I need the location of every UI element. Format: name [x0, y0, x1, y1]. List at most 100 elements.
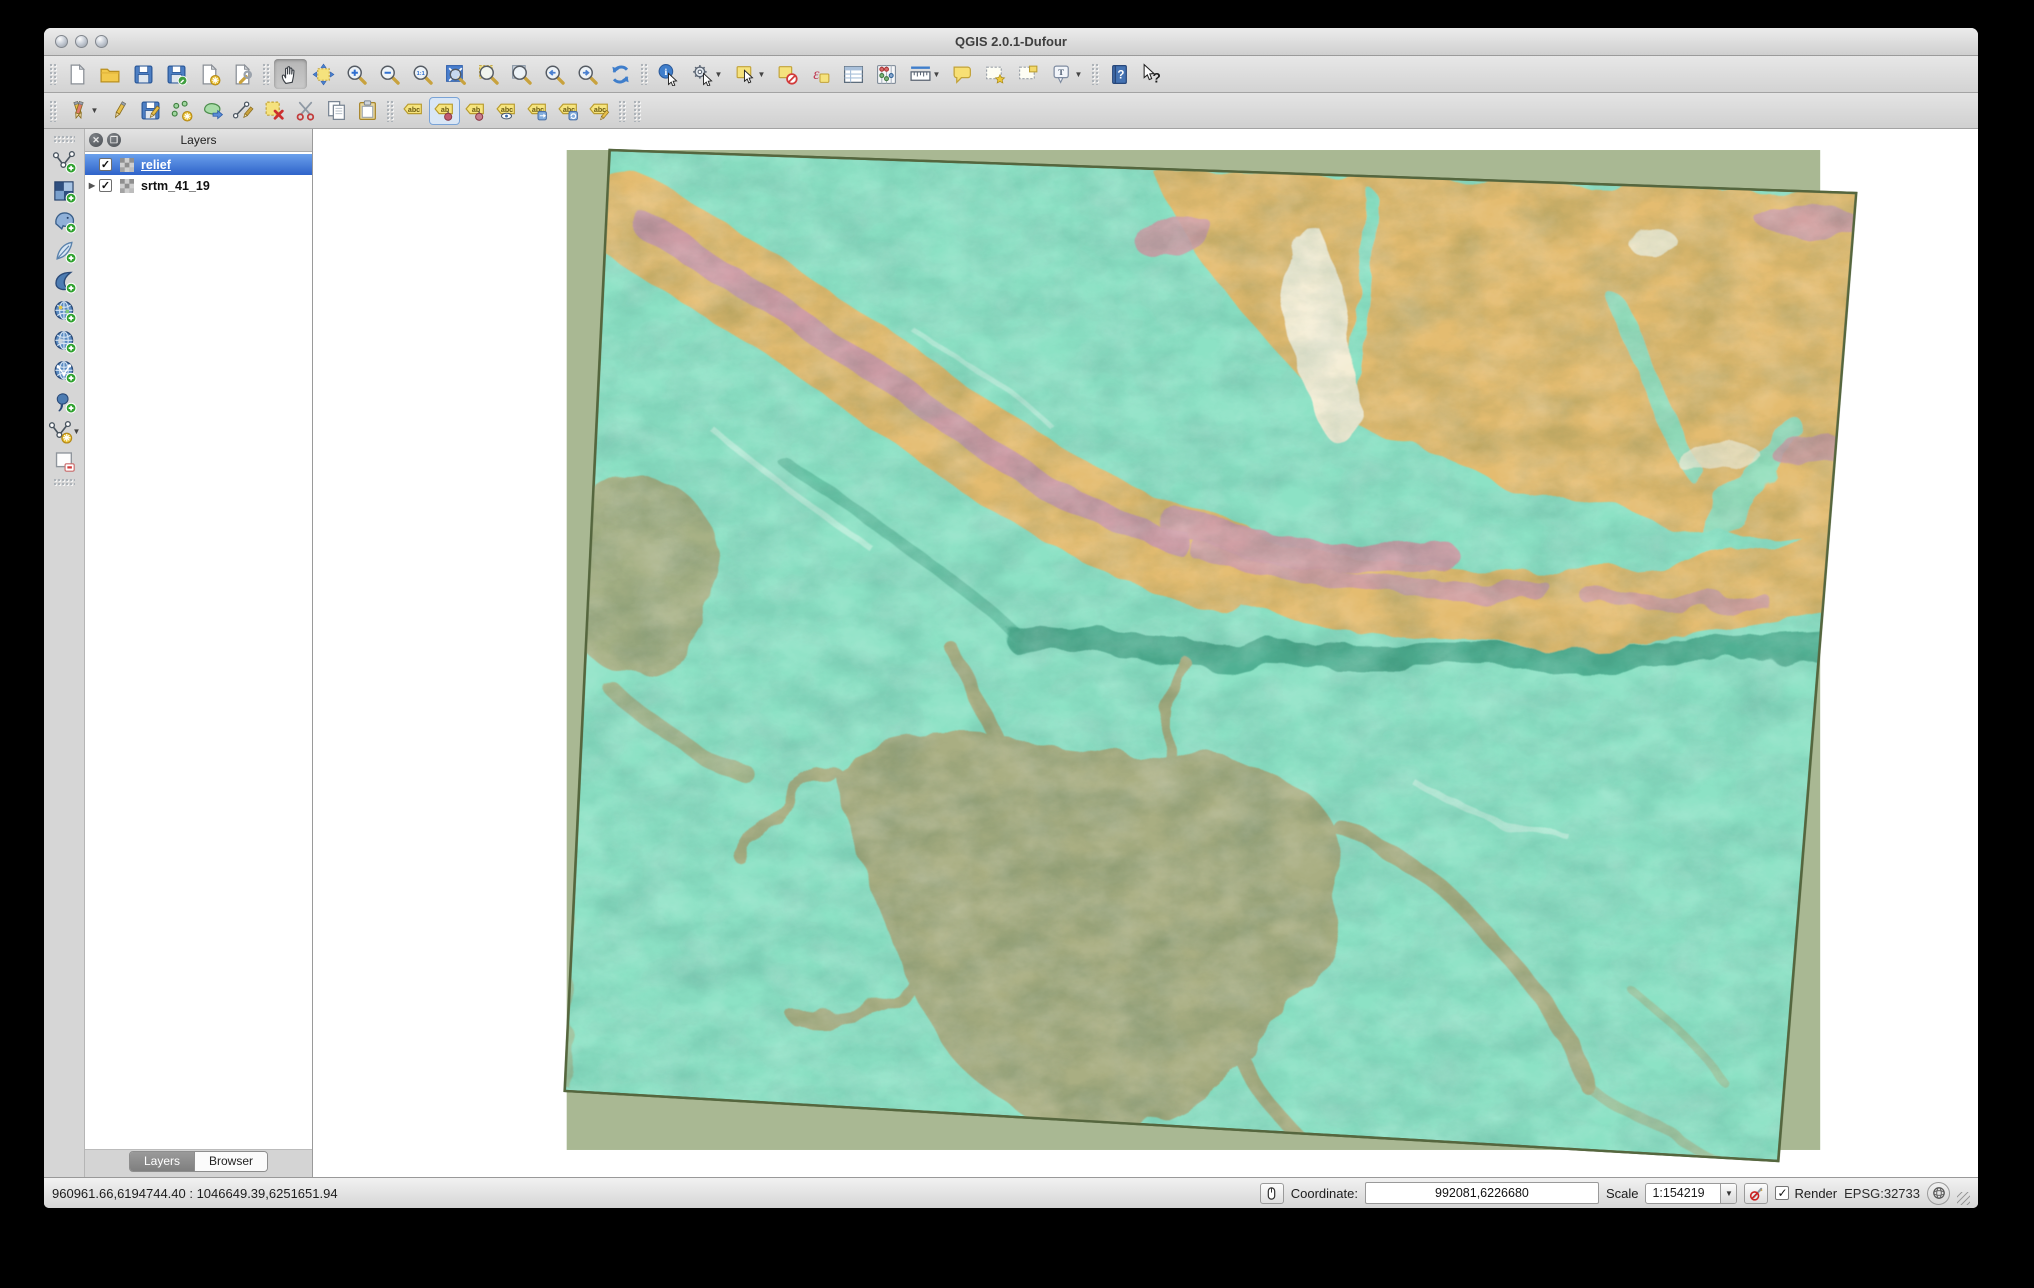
toolbar-drag-handle[interactable]	[640, 63, 649, 85]
toolbar-drag-handle[interactable]	[262, 63, 271, 85]
text-annotation-dropdown-arrow[interactable]: ▼	[1075, 70, 1083, 79]
delete-selected-button[interactable]	[259, 97, 290, 125]
composer-manager-button[interactable]	[226, 59, 259, 89]
whats-this-button[interactable]: ?	[1136, 59, 1169, 89]
run-feature-action-button[interactable]: ▼	[685, 59, 728, 89]
toggle-extents-button[interactable]	[1260, 1183, 1284, 1204]
layer-expand-arrow[interactable]: ▶	[85, 181, 99, 190]
scale-combobox[interactable]: 1:154219 ▼	[1645, 1183, 1737, 1204]
stop-render-button[interactable]	[1744, 1183, 1768, 1204]
zoom-out-button[interactable]	[373, 59, 406, 89]
layer-visibility-checkbox[interactable]: ✓	[99, 158, 112, 171]
add-postgis-layer-button[interactable]	[47, 206, 81, 236]
current-edits-dropdown-arrow[interactable]: ▼	[91, 106, 99, 115]
save-layer-edits-button[interactable]	[135, 97, 166, 125]
move-feature-button[interactable]	[197, 97, 228, 125]
layer-row-relief[interactable]: ✓relief	[85, 154, 312, 175]
render-checkbox[interactable]: ✓ Render	[1775, 1186, 1837, 1201]
select-by-expression-button[interactable]: ε	[804, 59, 837, 89]
toolbar-drag-handle[interactable]	[53, 135, 75, 144]
move-label-button[interactable]: abc	[522, 97, 553, 125]
render-checkbox-box[interactable]: ✓	[1775, 1186, 1789, 1200]
pan-map-button[interactable]	[274, 59, 307, 89]
add-wcs-layer-button[interactable]	[47, 326, 81, 356]
save-project-as-button[interactable]	[160, 59, 193, 89]
zoom-native-resolution-button[interactable]: 1:1	[406, 59, 439, 89]
refresh-map-button[interactable]	[604, 59, 637, 89]
manage-layers-toolbar: ▼	[44, 129, 84, 1177]
rotate-label-button[interactable]: abc	[553, 97, 584, 125]
zoom-to-selection-button[interactable]	[472, 59, 505, 89]
field-calculator-button[interactable]	[870, 59, 903, 89]
run-feature-action-dropdown-arrow[interactable]: ▼	[715, 70, 723, 79]
zoom-next-button[interactable]	[571, 59, 604, 89]
measure-button[interactable]: ▼	[903, 59, 946, 89]
zoom-in-button[interactable]	[340, 59, 373, 89]
remove-layer-button[interactable]	[47, 446, 81, 476]
toolbar-drag-handle[interactable]	[618, 100, 627, 122]
current-edits-button[interactable]: ▼	[61, 97, 104, 125]
pan-to-selection-button[interactable]	[307, 59, 340, 89]
new-shapefile-layer-button[interactable]: ▼	[47, 416, 81, 446]
zoom-last-button[interactable]	[538, 59, 571, 89]
scale-dropdown-arrow[interactable]: ▼	[1720, 1184, 1736, 1203]
crs-globe-icon	[1932, 1186, 1946, 1200]
toggle-editing-button[interactable]	[104, 97, 135, 125]
deselect-features-button[interactable]	[771, 59, 804, 89]
toolbar-drag-handle[interactable]	[49, 63, 58, 85]
toolbar-drag-handle[interactable]	[53, 478, 75, 487]
panel-tab-layers[interactable]: Layers	[130, 1152, 194, 1171]
resize-grip[interactable]	[1957, 1192, 1970, 1205]
add-wms-layer-button[interactable]	[47, 296, 81, 326]
crs-status-button[interactable]	[1927, 1182, 1950, 1205]
open-project-button[interactable]	[94, 59, 127, 89]
paste-features-button[interactable]	[352, 97, 383, 125]
add-wfs-layer-button[interactable]	[47, 356, 81, 386]
add-raster-layer-button[interactable]	[47, 176, 81, 206]
text-annotation-button[interactable]: T▼	[1045, 59, 1088, 89]
add-spatialite-layer-button[interactable]	[47, 236, 81, 266]
pin-unpin-labels-button[interactable]: ab	[429, 97, 460, 125]
add-mssql-layer-button[interactable]	[47, 266, 81, 296]
change-label-button[interactable]: abc	[584, 97, 615, 125]
layer-labeling-options-button[interactable]: abc	[398, 97, 429, 125]
node-tool-button[interactable]	[228, 97, 259, 125]
new-shapefile-layer-dropdown-arrow[interactable]: ▼	[73, 427, 81, 436]
toolbar-drag-handle[interactable]	[49, 100, 58, 122]
save-project-button[interactable]	[127, 59, 160, 89]
open-attribute-table-button[interactable]	[837, 59, 870, 89]
new-print-composer-button[interactable]	[193, 59, 226, 89]
add-vector-layer-button[interactable]	[47, 146, 81, 176]
panel-tab-browser[interactable]: Browser	[194, 1152, 267, 1171]
layer-visibility-checkbox[interactable]: ✓	[99, 179, 112, 192]
cut-features-button[interactable]	[290, 97, 321, 125]
map-canvas[interactable]	[313, 129, 1978, 1177]
layer-row-srtm_41_19[interactable]: ▶✓srtm_41_19	[85, 175, 312, 196]
zoom-to-layer-button[interactable]	[505, 59, 538, 89]
select-features-button[interactable]: ▼	[728, 59, 771, 89]
toolbar-drag-handle[interactable]	[386, 100, 395, 122]
title-bar[interactable]: QGIS 2.0.1-Dufour	[44, 28, 1978, 56]
add-feature-button[interactable]	[166, 97, 197, 125]
toolbar-drag-handle[interactable]	[1091, 63, 1100, 85]
show-hide-labels-button[interactable]: abc	[491, 97, 522, 125]
new-bookmark-button[interactable]	[979, 59, 1012, 89]
map-tips-button[interactable]	[946, 59, 979, 89]
highlight-pinned-labels-button[interactable]: ab	[460, 97, 491, 125]
panel-float-button[interactable]: ❐	[107, 133, 121, 147]
zoom-full-extent-button[interactable]	[439, 59, 472, 89]
tag-rotate-icon: abc	[557, 99, 580, 122]
copy-features-button[interactable]	[321, 97, 352, 125]
toolbar-drag-handle[interactable]	[633, 100, 642, 122]
select-features-dropdown-arrow[interactable]: ▼	[758, 70, 766, 79]
add-delimited-text-layer-button[interactable]	[47, 386, 81, 416]
show-bookmarks-button[interactable]	[1012, 59, 1045, 89]
panel-close-button[interactable]: ✕	[89, 133, 103, 147]
new-project-button[interactable]	[61, 59, 94, 89]
tag-pin-icon: ab	[433, 99, 456, 122]
help-contents-button[interactable]: ?	[1103, 59, 1136, 89]
measure-dropdown-arrow[interactable]: ▼	[933, 70, 941, 79]
coordinate-input[interactable]	[1365, 1182, 1599, 1204]
copy-icon	[325, 99, 348, 122]
identify-features-button[interactable]: i	[652, 59, 685, 89]
